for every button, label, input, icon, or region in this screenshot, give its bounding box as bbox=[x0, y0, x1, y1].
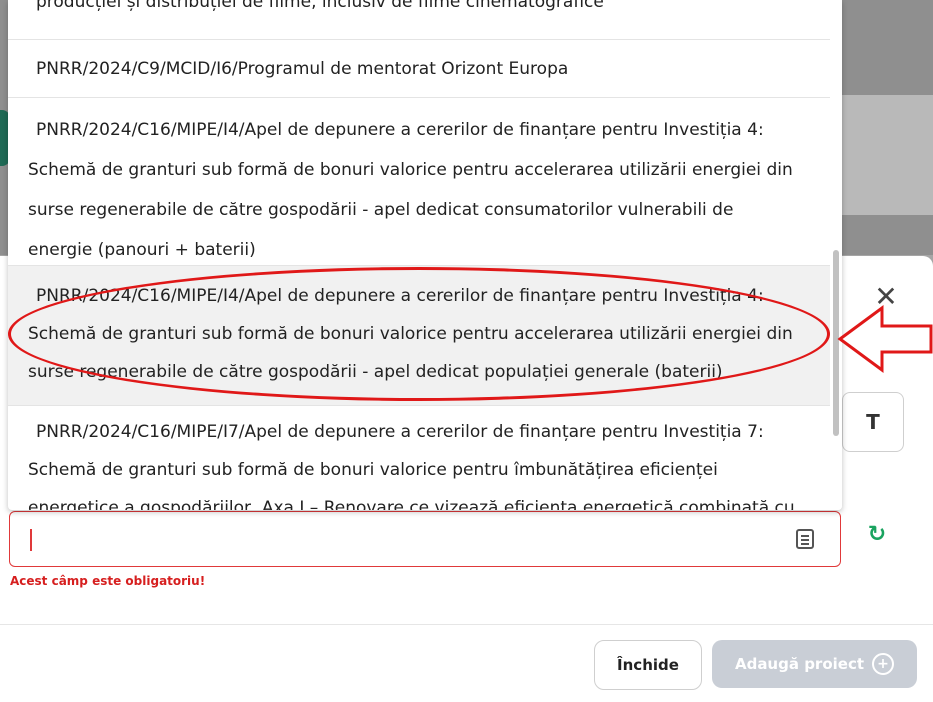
dropdown-option[interactable]: producției și distribuției de filme, inc… bbox=[8, 0, 830, 40]
dropdown-option-highlighted[interactable]: PNRR/2024/C16/MIPE/I4/Apel de depunere a… bbox=[8, 266, 830, 406]
text-caret bbox=[30, 529, 32, 551]
refresh-icon[interactable]: ↻ bbox=[864, 522, 890, 548]
option-line: Schemă de granturi sub formă de bonuri v… bbox=[28, 324, 793, 344]
option-line: PNRR/2024/C16/MIPE/I4/Apel de depunere a… bbox=[36, 120, 764, 140]
add-project-button[interactable]: Adaugă proiect + bbox=[712, 640, 917, 688]
dropdown-option[interactable]: PNRR/2024/C9/MCID/I6/Programul de mentor… bbox=[8, 40, 830, 98]
footer-divider bbox=[0, 624, 933, 625]
option-line: Schemă de granturi sub formă de bonuri v… bbox=[28, 460, 718, 480]
validation-error: Acest câmp este obligatoriu! bbox=[10, 574, 206, 588]
dropdown-option[interactable]: PNRR/2024/C16/MIPE/I7/Apel de depunere a… bbox=[8, 406, 830, 510]
option-line: surse regenerabile de către gospodării -… bbox=[28, 200, 734, 220]
close-button[interactable]: Închide bbox=[594, 640, 702, 690]
pointer-arrow-annotation bbox=[837, 305, 933, 373]
option-line: PNRR/2024/C16/MIPE/I4/Apel de depunere a… bbox=[36, 286, 764, 306]
option-line: PNRR/2024/C16/MIPE/I7/Apel de depunere a… bbox=[36, 422, 764, 442]
option-line: PNRR/2024/C9/MCID/I6/Programul de mentor… bbox=[36, 59, 569, 79]
add-project-label: Adaugă proiect bbox=[734, 655, 865, 673]
project-select-input[interactable] bbox=[9, 511, 841, 567]
background-strip bbox=[840, 95, 933, 215]
option-line: energetice a gospodăriilor, Axa I – Reno… bbox=[28, 498, 795, 510]
dropdown-option[interactable]: PNRR/2024/C16/MIPE/I4/Apel de depunere a… bbox=[8, 98, 830, 266]
option-line: Schemă de granturi sub formă de bonuri v… bbox=[28, 160, 793, 180]
option-line: energie (panouri + baterii) bbox=[28, 240, 256, 260]
document-list-icon[interactable] bbox=[796, 529, 814, 549]
option-line: surse regenerabile de către gospodării -… bbox=[28, 362, 723, 382]
plus-circle-icon: + bbox=[872, 653, 895, 675]
project-dropdown: producției și distribuției de filme, inc… bbox=[8, 0, 842, 510]
text-format-button[interactable]: T bbox=[842, 392, 904, 452]
option-line: producției și distribuției de filme, inc… bbox=[36, 0, 604, 12]
